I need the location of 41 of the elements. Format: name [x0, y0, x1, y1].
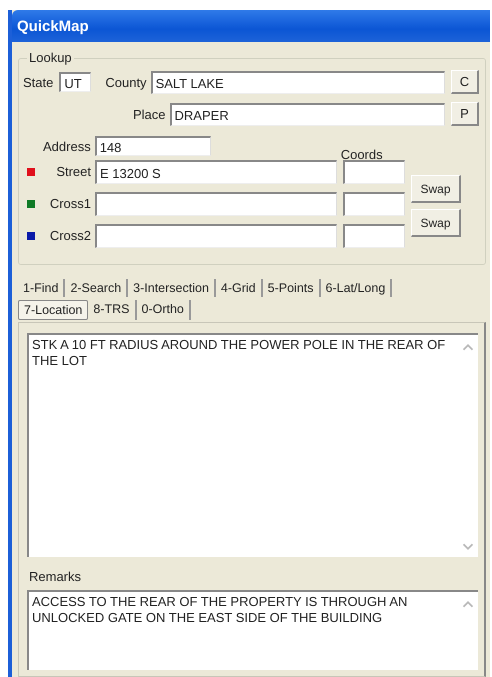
column-label: Coords: [340, 146, 383, 162]
text-area[interactable]: ACCESS TO THE REAR OF THE PROPERTY IS THROUGH AN UNLOCKED GATE ON THE EAST SIDE OF THE BUILDING: [27, 590, 478, 670]
input-field[interactable]: [343, 192, 405, 216]
text-area[interactable]: STK A 10 FT RADIUS AROUND THE POWER POLE IN THE REAR OF THE LOT: [27, 333, 478, 557]
tab[interactable]: 7-Location: [18, 300, 88, 320]
field-label: Cross2: [48, 228, 91, 243]
swap-button[interactable]: Swap: [411, 175, 461, 203]
field-label: Address: [43, 138, 91, 154]
window-title: QuickMap: [17, 18, 89, 34]
text-content: STK A 10 FT RADIUS AROUND THE POWER POLE IN THE REAR OF THE LOT: [31, 336, 446, 370]
input-field[interactable]: [95, 192, 337, 216]
scroll-down-icon[interactable]: [462, 542, 474, 551]
tab[interactable]: 1-Find: [18, 279, 66, 297]
tab[interactable]: 3-Intersection: [128, 279, 216, 297]
tab[interactable]: 0-Ortho: [136, 300, 191, 320]
input-field[interactable]: E 13200 S: [95, 160, 337, 184]
field-label: Remarks: [29, 569, 82, 584]
tab[interactable]: 8-TRS: [88, 300, 136, 320]
scroll-up-icon[interactable]: [462, 600, 474, 609]
input-field[interactable]: DRAPER: [170, 102, 445, 126]
field-label: State: [23, 74, 54, 90]
input-field[interactable]: UT: [59, 72, 92, 92]
input-field[interactable]: [343, 160, 405, 184]
county-button[interactable]: C: [451, 70, 479, 94]
tab[interactable]: 5-Points: [262, 279, 320, 297]
scroll-up-icon[interactable]: [462, 343, 474, 352]
swap-button[interactable]: Swap: [411, 209, 461, 237]
place-button[interactable]: P: [451, 102, 479, 126]
field-label: County: [105, 74, 147, 90]
field-label: Street: [55, 164, 91, 179]
tab[interactable]: 2-Search: [65, 279, 128, 297]
field-label: Cross1: [48, 196, 91, 211]
input-field[interactable]: 148: [94, 136, 211, 156]
input-field[interactable]: [95, 224, 337, 248]
input-field[interactable]: [343, 224, 405, 248]
tab[interactable]: 4-Grid: [216, 279, 263, 297]
text-content: ACCESS TO THE REAR OF THE PROPERTY IS THROUGH AN UNLOCKED GATE ON THE EAST SIDE OF THE BUILDING: [31, 593, 408, 627]
field-label: Place: [133, 106, 166, 122]
input-field[interactable]: SALT LAKE: [150, 70, 445, 94]
tab[interactable]: 6-Lat/Long: [320, 279, 392, 297]
group-title: Lookup: [27, 50, 74, 65]
